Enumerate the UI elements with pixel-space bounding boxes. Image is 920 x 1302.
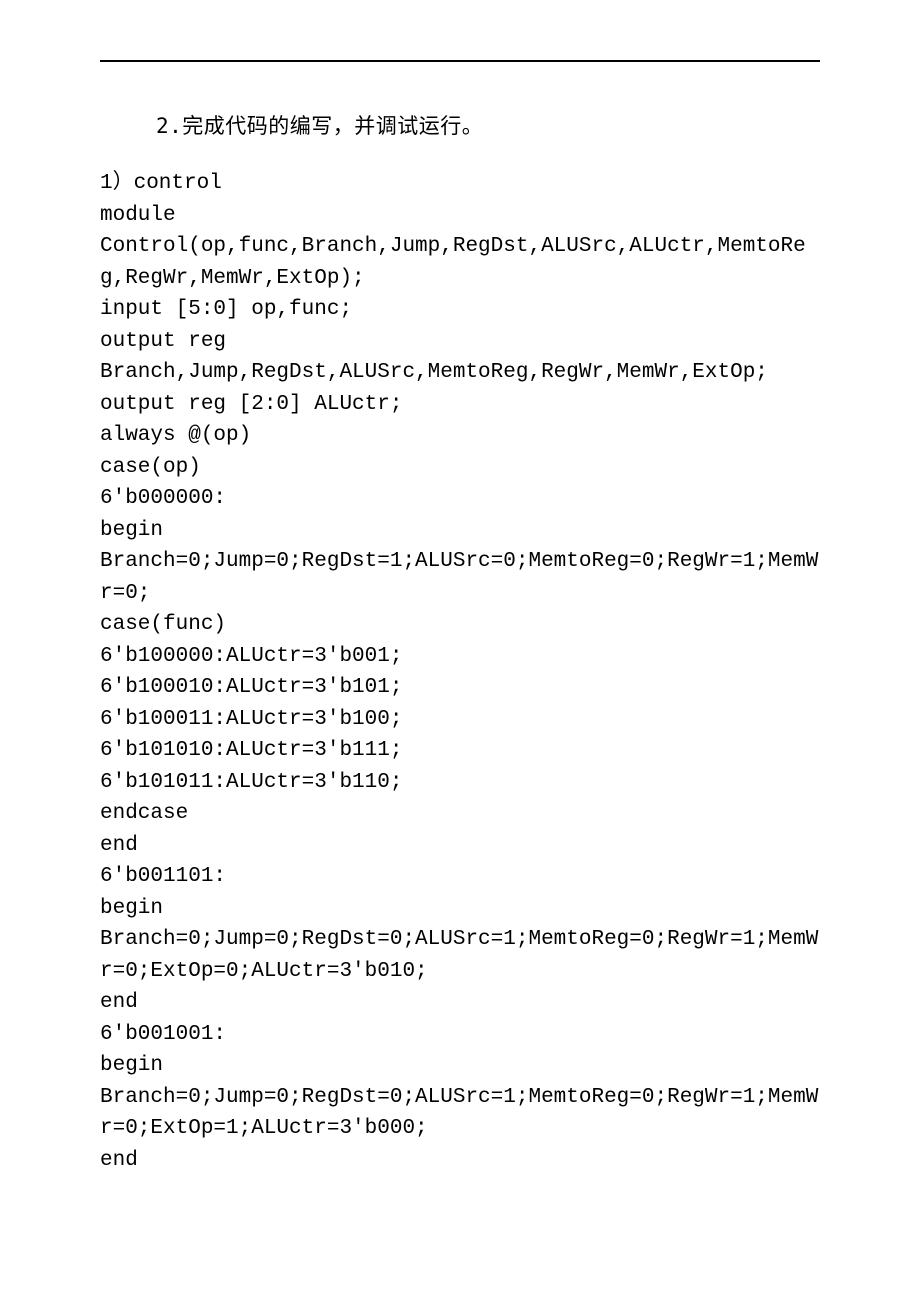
code-line: Control(op,func,Branch,Jump,RegDst,ALUSr… (100, 231, 820, 294)
code-line: begin (100, 1050, 820, 1082)
code-line: Branch=0;Jump=0;RegDst=0;ALUSrc=1;MemtoR… (100, 924, 820, 987)
code-line: 6'b000000: (100, 483, 820, 515)
code-line: 6'b100010:ALUctr=3'b101; (100, 672, 820, 704)
code-line: output reg (100, 326, 820, 358)
code-line: 6'b100011:ALUctr=3'b100; (100, 704, 820, 736)
code-line: 6'b100000:ALUctr=3'b001; (100, 641, 820, 673)
code-line: 1）control (100, 168, 820, 200)
section-heading: 2.完成代码的编写，并调试运行。 (156, 110, 820, 140)
code-line: 6'b101010:ALUctr=3'b111; (100, 735, 820, 767)
document-page: 2.完成代码的编写，并调试运行。 1）controlmoduleControl(… (0, 0, 920, 1216)
code-line: case(op) (100, 452, 820, 484)
code-line: 6'b001001: (100, 1019, 820, 1051)
code-line: 6'b101011:ALUctr=3'b110; (100, 767, 820, 799)
code-line: output reg [2:0] ALUctr; (100, 389, 820, 421)
code-line: end (100, 830, 820, 862)
code-line: Branch=0;Jump=0;RegDst=0;ALUSrc=1;MemtoR… (100, 1082, 820, 1145)
horizontal-rule (100, 60, 820, 62)
code-line: Branch,Jump,RegDst,ALUSrc,MemtoReg,RegWr… (100, 357, 820, 389)
code-line: end (100, 987, 820, 1019)
code-line: begin (100, 515, 820, 547)
code-line: begin (100, 893, 820, 925)
code-line: input [5:0] op,func; (100, 294, 820, 326)
code-line: Branch=0;Jump=0;RegDst=1;ALUSrc=0;MemtoR… (100, 546, 820, 609)
code-line: case(func) (100, 609, 820, 641)
code-line: module (100, 200, 820, 232)
code-block: 1）controlmoduleControl(op,func,Branch,Ju… (100, 168, 820, 1176)
code-line: 6'b001101: (100, 861, 820, 893)
code-line: endcase (100, 798, 820, 830)
code-line: end (100, 1145, 820, 1177)
code-line: always @(op) (100, 420, 820, 452)
